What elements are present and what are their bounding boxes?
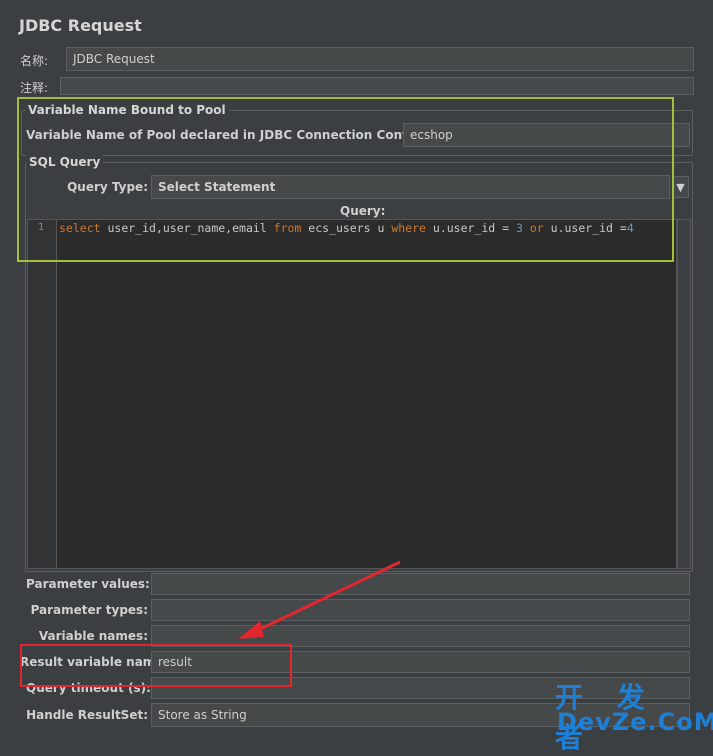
editor-gutter: 1 bbox=[28, 220, 57, 568]
green-highlight-box bbox=[17, 97, 674, 262]
sql-editor[interactable]: 1 select user_id,user_name,email from ec… bbox=[27, 219, 677, 569]
variable-names-label: Variable names: bbox=[38, 629, 148, 643]
name-input[interactable]: JDBC Request bbox=[66, 47, 694, 71]
parameter-types-label: Parameter types: bbox=[30, 603, 148, 617]
parameter-values-label: Parameter values: bbox=[26, 577, 150, 591]
red-arrow-icon bbox=[238, 560, 401, 639]
watermark-logo-bottom: DevZe.CoM bbox=[557, 708, 713, 736]
comment-label: 注释: bbox=[20, 81, 49, 95]
panel-title: JDBC Request bbox=[19, 16, 142, 35]
comment-input[interactable] bbox=[60, 77, 694, 95]
chevron-down-icon[interactable]: ▼ bbox=[672, 176, 689, 198]
editor-scrollbar[interactable] bbox=[677, 219, 691, 569]
red-highlight-box bbox=[20, 644, 292, 687]
name-label: 名称: bbox=[20, 54, 49, 68]
handle-resultset-label: Handle ResultSet: bbox=[26, 708, 148, 722]
